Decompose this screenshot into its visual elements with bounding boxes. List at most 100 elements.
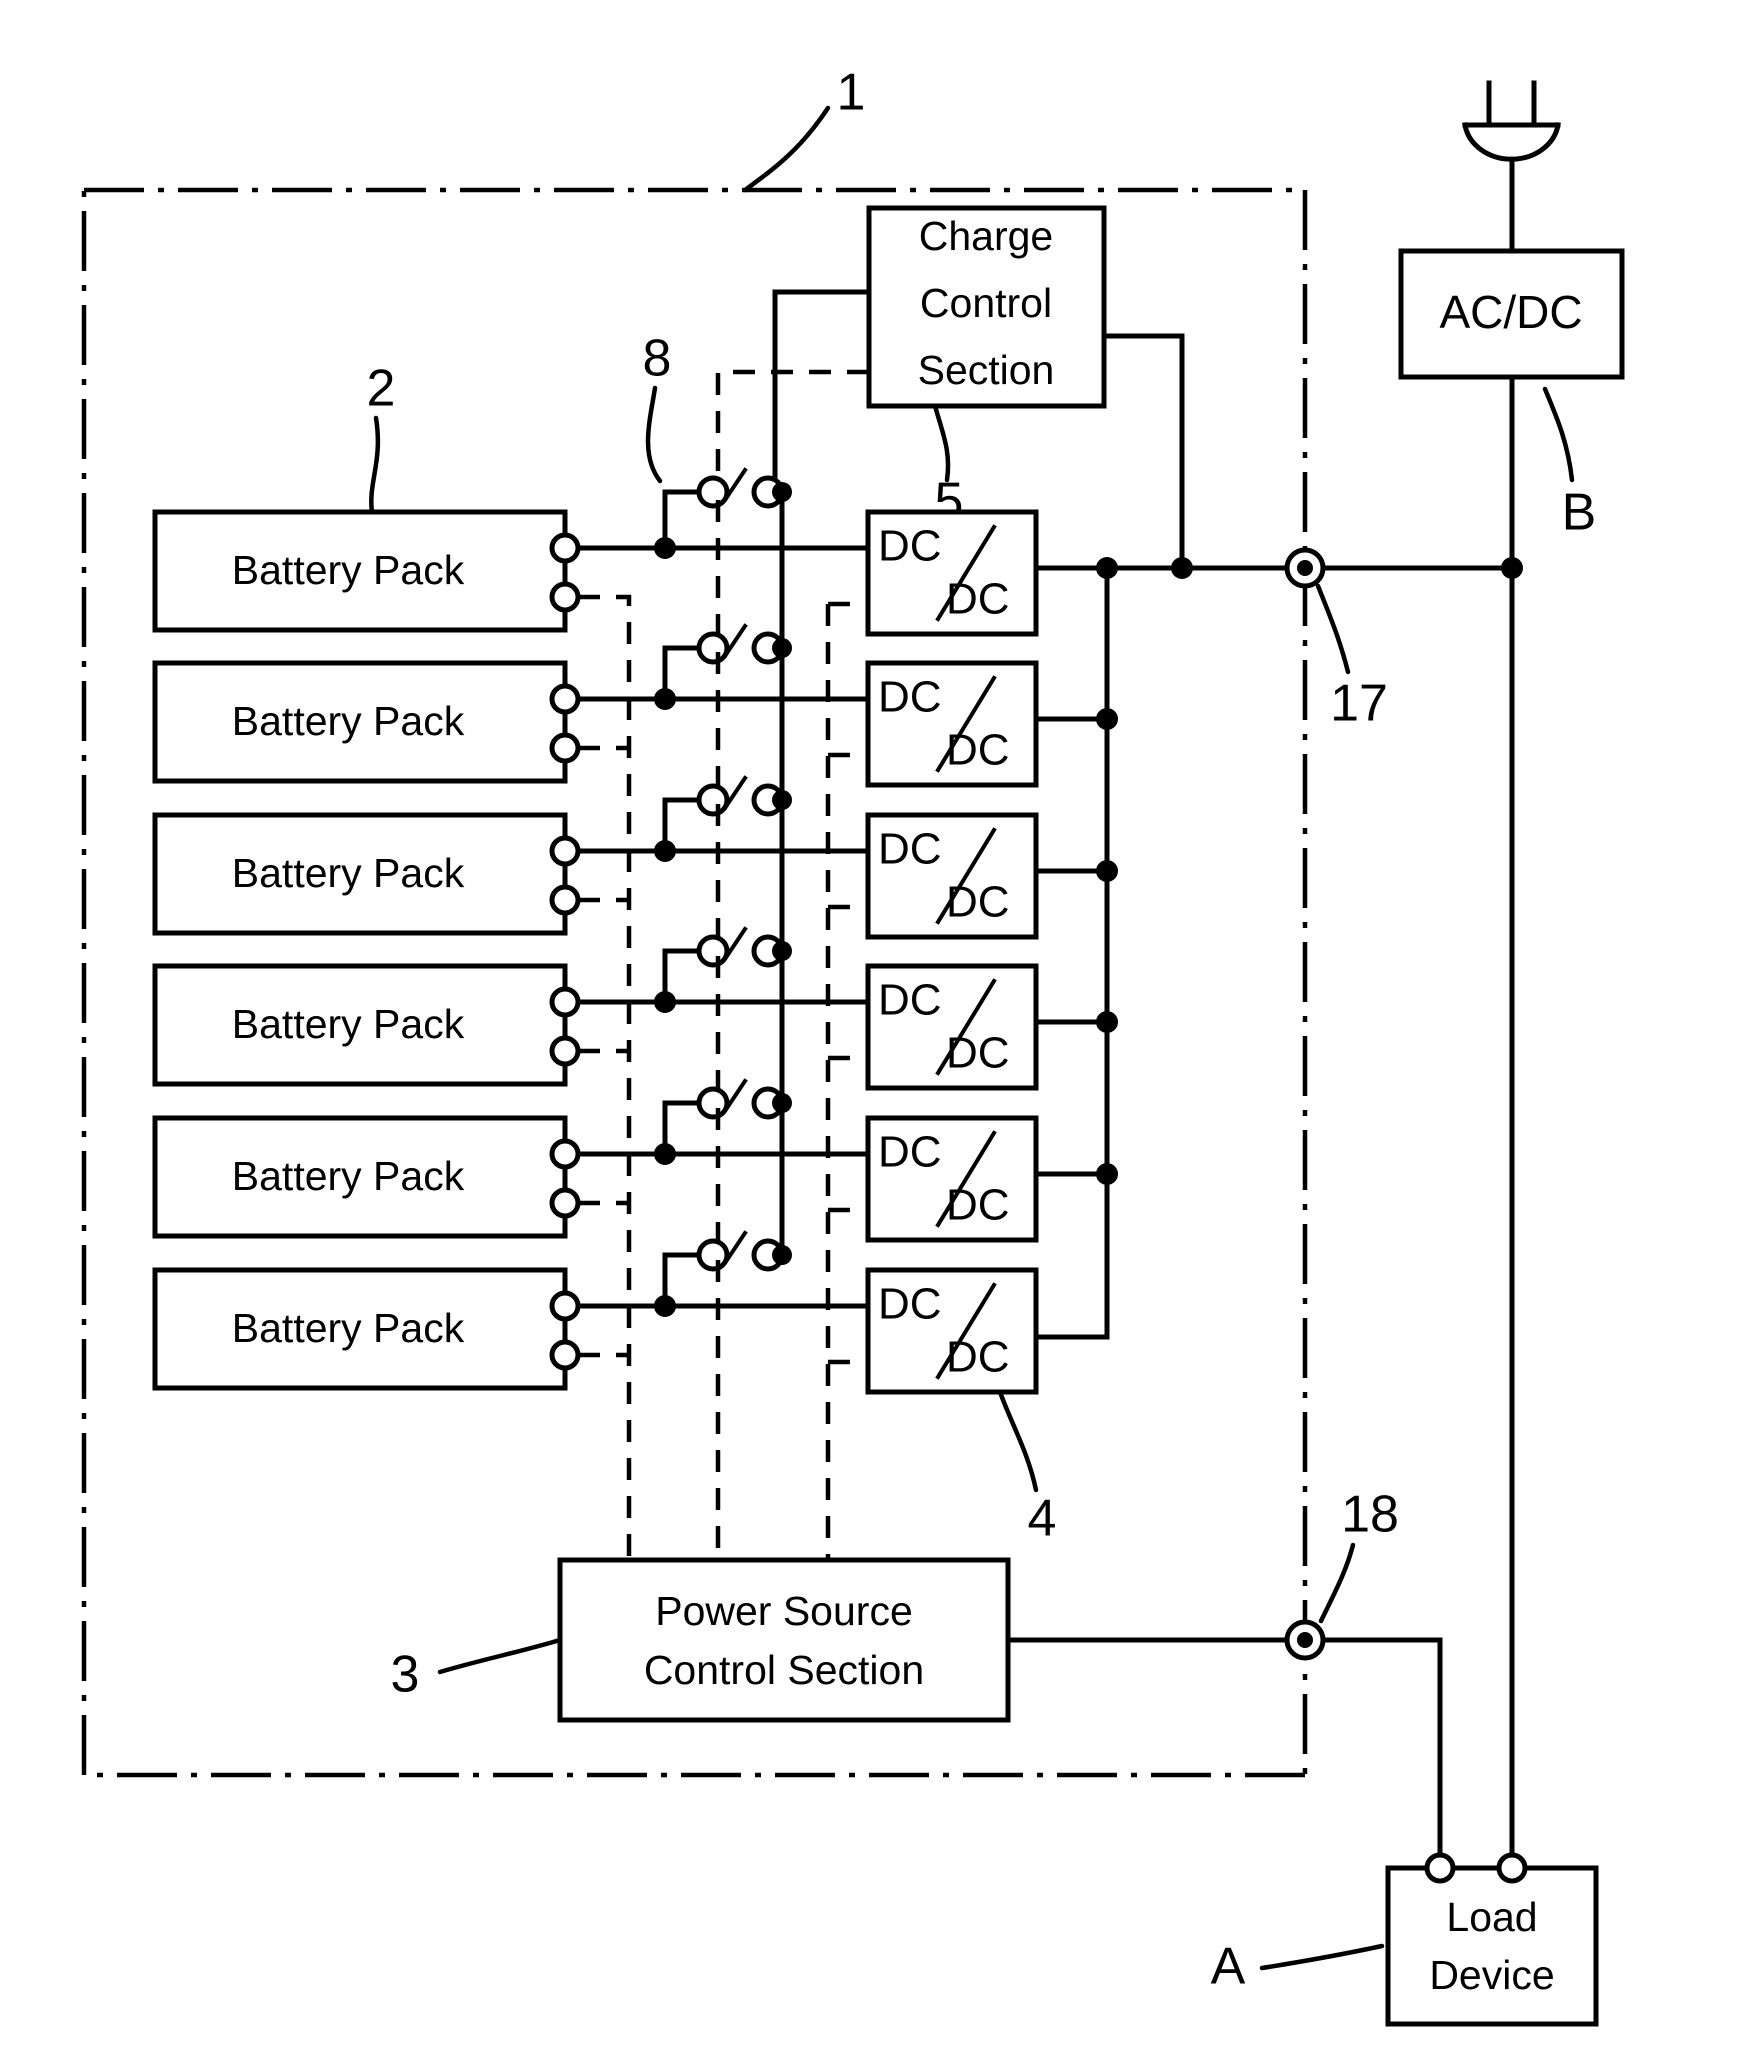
dcdc-converter-5: DC DC <box>865 1115 1118 1243</box>
dcdc-label-bottom-1: DC <box>946 575 1010 624</box>
load-device-line-1: Load <box>1446 1894 1537 1940</box>
ref-A-leader <box>1259 1943 1385 1971</box>
switch-2[interactable] <box>696 623 792 665</box>
ref-A-label: A <box>1211 1938 1246 1996</box>
terminal-18-inner <box>1297 1632 1313 1648</box>
switch-blade-5[interactable] <box>724 1078 748 1111</box>
ref-B-leader <box>1542 386 1575 483</box>
switch-blade-1[interactable] <box>724 467 748 500</box>
switch-5[interactable] <box>696 1078 792 1120</box>
dcdc-converter-6: DC DC <box>865 1267 1110 1395</box>
charge-control-output-wire <box>1101 333 1185 571</box>
battery-terminal-pos-3 <box>549 835 581 867</box>
dcdc-label-top-1: DC <box>878 522 942 571</box>
battery-terminal-pos-2 <box>549 683 581 715</box>
ref-4-callout: 4 <box>997 1389 1057 1548</box>
switch-contact-left-5[interactable] <box>696 1086 730 1120</box>
ref-5-leader <box>932 403 951 483</box>
power-source-control-line-2: Control Section <box>644 1647 924 1693</box>
battery-pack-row-3: Battery Pack <box>152 797 871 936</box>
dcdc-label-top-5: DC <box>878 1128 942 1177</box>
dcdc-label-top-6: DC <box>878 1280 942 1329</box>
ref-1-callout: 1 <box>742 64 866 193</box>
switch-contact-left-2[interactable] <box>696 631 730 665</box>
ref-4-label: 4 <box>1028 1490 1057 1548</box>
charge-control-line-2: Control <box>920 280 1052 326</box>
load-device-box <box>1385 1865 1599 2027</box>
battery-terminal-neg-4 <box>549 1035 581 1067</box>
battery-pack-label-1: Battery Pack <box>232 547 465 593</box>
ref-3-leader <box>437 1637 563 1675</box>
ac-plug-icon <box>1462 80 1561 254</box>
battery-pack-label-5: Battery Pack <box>232 1153 465 1199</box>
ref-A-callout: A <box>1211 1938 1385 1996</box>
ref-3-callout: 3 <box>391 1637 563 1704</box>
output-terminal-17: 17 <box>1179 547 1523 733</box>
switch-contact-left-6[interactable] <box>696 1238 730 1272</box>
battery-terminal-pos-4 <box>549 986 581 1018</box>
dcdc-label-bottom-4: DC <box>946 1029 1010 1078</box>
switch-blade-2[interactable] <box>724 623 748 656</box>
terminal-18-to-load <box>1320 1637 1443 1871</box>
switch-bank <box>696 467 792 1272</box>
switch-3[interactable] <box>696 775 792 817</box>
power-source-control-section: Power Source Control Section <box>557 1557 1011 1723</box>
dcdc-label-bottom-2: DC <box>946 726 1010 775</box>
charge-control-line-3: Section <box>918 347 1055 393</box>
dcdc-label-top-4: DC <box>878 976 942 1025</box>
dcdc-label-top-3: DC <box>878 825 942 874</box>
battery-pack-row-2: Battery Pack <box>152 645 871 784</box>
dcdc-label-bottom-6: DC <box>946 1333 1010 1382</box>
charge-control-section: Charge Control Section <box>866 205 1107 409</box>
ref-2-callout: 2 <box>367 360 396 515</box>
load-device-line-2: Device <box>1429 1952 1554 1998</box>
dcdc-label-top-2: DC <box>878 673 942 722</box>
battery-pack-row-6: Battery Pack <box>152 1252 871 1391</box>
ref-2-label: 2 <box>367 360 396 418</box>
battery-neg-dashed-1 <box>578 594 632 1560</box>
ref-17-leader <box>1315 583 1351 675</box>
ref-18-leader <box>1318 1542 1356 1624</box>
power-source-control-box <box>557 1557 1011 1723</box>
dcdc-converter-4: DC DC <box>865 963 1118 1091</box>
switch-blade-6[interactable] <box>724 1230 748 1263</box>
ref-18-label: 18 <box>1341 1486 1399 1544</box>
ref-B-callout: B <box>1542 386 1597 542</box>
switch-blade-4[interactable] <box>724 926 748 959</box>
switch-1[interactable] <box>696 467 792 509</box>
dcdc-converter-1: DC DC <box>865 509 1193 637</box>
battery-pack-row-5: Battery Pack <box>152 1100 871 1239</box>
load-terminal-right <box>1496 1852 1528 1884</box>
switch-contact-left-3[interactable] <box>696 783 730 817</box>
ref-1-label: 1 <box>837 64 866 122</box>
battery-pack-label-3: Battery Pack <box>232 850 465 896</box>
charge-control-solid-bus <box>772 289 872 495</box>
battery-terminal-pos-6 <box>549 1290 581 1322</box>
acdc-label: AC/DC <box>1439 286 1582 338</box>
load-terminal-left <box>1424 1852 1456 1884</box>
charge-control-dashed-bus <box>715 369 869 500</box>
signal-terminal-18: 18 <box>1005 1486 1443 1871</box>
switch-contact-left-1[interactable] <box>696 475 730 509</box>
charge-control-line-1: Charge <box>919 213 1053 259</box>
load-device: Load Device <box>1385 1852 1599 2027</box>
dcdc-label-bottom-5: DC <box>946 1181 1010 1230</box>
battery-pack-label-4: Battery Pack <box>232 1001 465 1047</box>
ref-17-label: 17 <box>1330 675 1388 733</box>
dcdc-label-bottom-3: DC <box>946 878 1010 927</box>
power-source-control-line-1: Power Source <box>655 1588 913 1634</box>
battery-pack-label-6: Battery Pack <box>232 1305 465 1351</box>
battery-terminal-neg-6 <box>549 1339 581 1371</box>
battery-terminal-pos-1 <box>549 532 581 564</box>
ref-8-callout: 8 <box>643 330 671 484</box>
battery-terminal-neg-1 <box>549 581 581 613</box>
terminal-17-inner <box>1297 560 1313 576</box>
switch-contact-left-4[interactable] <box>696 934 730 968</box>
switch-blade-3[interactable] <box>724 775 748 808</box>
switch-6[interactable] <box>696 1230 792 1272</box>
ref-1-leader <box>742 105 831 193</box>
switch-4[interactable] <box>696 926 792 968</box>
dcdc-converter-3: DC DC <box>865 812 1118 940</box>
circuit-schematic: 1 Charge Control Section 5 Battery Pack … <box>81 64 1625 2027</box>
ref-B-label: B <box>1562 484 1597 542</box>
